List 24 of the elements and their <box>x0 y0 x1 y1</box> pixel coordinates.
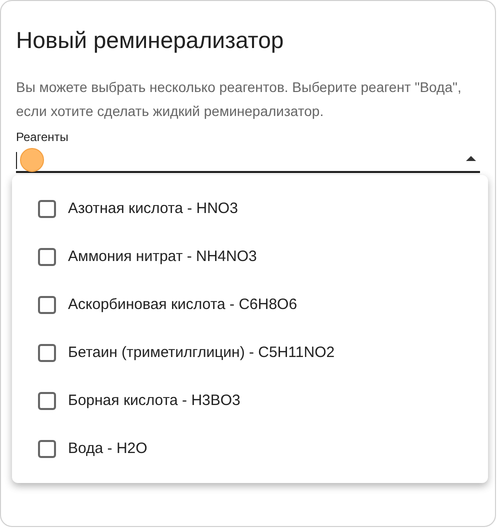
option-item[interactable]: Азотная кислота - HNO3 <box>12 185 488 233</box>
option-label: Борная кислота - H3BO3 <box>68 390 240 411</box>
option-item[interactable]: Борная кислота - H3BO3 <box>12 377 488 425</box>
option-item[interactable]: Аммония нитрат - NH4NO3 <box>12 233 488 281</box>
checkbox[interactable] <box>38 248 56 266</box>
option-label: Аммония нитрат - NH4NO3 <box>68 246 257 267</box>
option-item[interactable]: Бетаин (триметилглицин) - C5H11NO2 <box>12 329 488 377</box>
checkbox[interactable] <box>38 392 56 410</box>
field-label: Реагенты <box>16 129 70 145</box>
checkbox[interactable] <box>38 440 56 458</box>
dialog-title: Новый реминерализатор <box>16 26 285 55</box>
option-label: Аскорбиновая кислота - C6H8O6 <box>68 294 298 315</box>
checkbox[interactable] <box>38 344 56 362</box>
click-indicator-icon <box>20 148 44 172</box>
option-label: Вода - H2O <box>68 438 148 459</box>
checkbox[interactable] <box>38 200 56 218</box>
option-item[interactable]: Вода - H2O <box>12 425 488 473</box>
checkbox[interactable] <box>38 296 56 314</box>
option-label: Бетаин (триметилглицин) - C5H11NO2 <box>68 342 335 363</box>
text-cursor <box>16 152 17 169</box>
caret-up-icon[interactable] <box>466 156 476 160</box>
description-text: Вы можете выбрать несколько реагентов. Выберите реагент "Вода", если хотите сделать жидкий реминерализатор. <box>16 78 462 121</box>
option-item[interactable]: Аскорбиновая кислота - C6H8O6 <box>12 281 488 329</box>
option-label: Азотная кислота - HNO3 <box>68 198 238 219</box>
